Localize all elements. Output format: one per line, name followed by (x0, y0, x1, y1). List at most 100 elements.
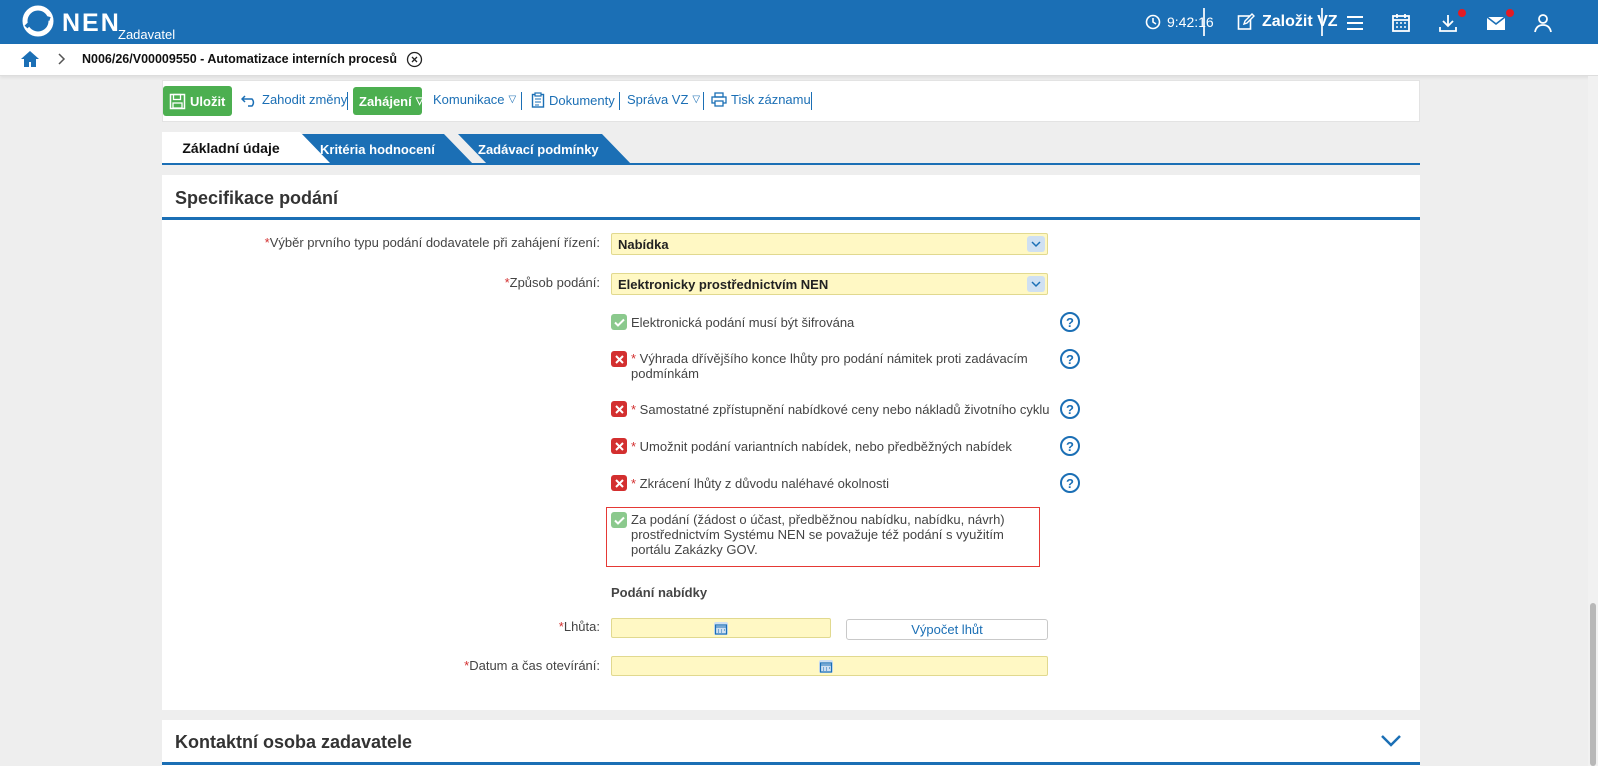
section-title: Specifikace podání (175, 188, 339, 208)
help-icon[interactable]: ? (1060, 349, 1080, 369)
scrollbar[interactable] (1588, 76, 1598, 766)
toolbar-divider (703, 92, 704, 110)
print-record-label: Tisk záznamu (731, 92, 811, 107)
submission-spec-panel: Specifikace podání *Výběr prvního typu p… (162, 175, 1420, 710)
start-button[interactable]: Zahájení ▽ (353, 87, 424, 115)
dropdown-triangle-icon: ▽ (508, 94, 517, 105)
shortened-deadline-checkbox[interactable] (611, 475, 627, 491)
variant-offers-label: * Umožnit podání variantních nabídek, ne… (631, 439, 1012, 454)
zakazky-gov-checkbox[interactable] (611, 512, 627, 528)
mail-icon[interactable] (1485, 12, 1507, 34)
breadcrumb-record[interactable]: N006/26/V00009550 - Automatizace interní… (82, 52, 397, 66)
chevron-down-icon[interactable] (1027, 236, 1045, 252)
calendar-icon[interactable] (1390, 12, 1412, 34)
shortened-deadline-label: * Zkrácení lhůty z důvodu naléhavé okoln… (631, 476, 889, 491)
toolbar-divider (347, 92, 348, 110)
section-title: Kontaktní osoba zadavatele (175, 732, 413, 752)
method-select[interactable]: Elektronicky prostřednictvím NEN (611, 273, 1048, 295)
close-icon[interactable] (406, 51, 423, 68)
tab-bar: Základní údaje Kritéria hodnocení Zadáva… (162, 132, 1420, 166)
discard-changes-button[interactable]: Zahodit změny (241, 92, 347, 107)
breadcrumb: N006/26/V00009550 - Automatizace interní… (0, 44, 1598, 76)
header-divider (1203, 8, 1205, 36)
check-icon (613, 318, 625, 327)
discard-changes-label: Zahodit změny (262, 92, 348, 107)
chevron-down-icon[interactable] (1027, 276, 1045, 292)
scrollbar-thumb[interactable] (1590, 603, 1596, 766)
home-icon[interactable] (20, 50, 40, 68)
tab-tender-conditions[interactable]: Zadávací podmínky (458, 134, 628, 165)
objection-deadline-checkbox[interactable] (611, 351, 627, 367)
help-icon[interactable]: ? (1060, 312, 1080, 332)
undo-icon (241, 94, 255, 107)
calculate-deadlines-button[interactable]: Výpočet lhůt (846, 619, 1048, 640)
dropdown-triangle-icon: ▽ (692, 94, 701, 105)
help-icon[interactable]: ? (1060, 473, 1080, 493)
user-icon[interactable] (1532, 12, 1554, 34)
notification-dot (1506, 9, 1514, 17)
objection-deadline-label: * Výhrada dřívějšího konce lhůty pro pod… (631, 351, 1028, 381)
manage-vz-menu[interactable]: Správa VZ ▽ (627, 92, 700, 107)
save-button[interactable]: Uložit (163, 86, 232, 116)
cross-icon (614, 441, 624, 451)
first-type-label: *Výběr prvního typu podání dodavatele př… (264, 235, 600, 250)
chevron-right-icon (58, 53, 66, 65)
toolbar-divider (619, 92, 620, 110)
notification-dot (1458, 9, 1466, 17)
clock-time: 9:42:16 (1167, 14, 1214, 30)
separate-price-checkbox[interactable] (611, 401, 627, 417)
method-label: *Způsob podání: (504, 275, 600, 290)
zakazky-gov-label: Za podání (žádost o účast, předběžnou na… (631, 512, 1005, 557)
cross-icon (614, 478, 624, 488)
section-underline (162, 217, 1420, 220)
manage-vz-label: Správa VZ (627, 92, 689, 107)
clipboard-icon (531, 92, 545, 108)
deadline-input[interactable] (611, 618, 831, 638)
cross-icon (614, 354, 624, 364)
start-label: Zahájení (359, 93, 412, 109)
header-divider (1321, 8, 1323, 36)
method-value: Elektronicky prostřednictvím NEN (618, 277, 829, 292)
chevron-down-icon[interactable] (1380, 734, 1402, 748)
clock-icon (1145, 14, 1161, 30)
logo-subtitle: Zadavatel (118, 27, 176, 42)
deadline-label: *Lhůta: (558, 619, 600, 634)
print-record-button[interactable]: Tisk záznamu (711, 92, 811, 107)
floppy-icon (169, 93, 186, 109)
toolbar-divider (521, 92, 522, 110)
submission-heading: Podání nabídky (611, 585, 708, 600)
toolbar: Uložit Zahodit změny Zahájení ▽ Komunika… (162, 80, 1420, 122)
tab-basic-info[interactable]: Základní údaje (162, 132, 300, 163)
section-underline (162, 762, 1420, 765)
calendar-icon[interactable] (713, 621, 729, 636)
help-icon[interactable]: ? (1060, 399, 1080, 419)
communication-label: Komunikace (433, 92, 505, 107)
tab-evaluation-criteria[interactable]: Kritéria hodnocení (300, 134, 460, 165)
encrypted-label: Elektronická podání musí být šifrována (631, 315, 855, 330)
download-icon[interactable] (1437, 12, 1459, 34)
variant-offers-checkbox[interactable] (611, 438, 627, 454)
help-icon[interactable]: ? (1060, 436, 1080, 456)
save-label: Uložit (190, 93, 226, 109)
cross-icon (614, 404, 624, 414)
first-type-value: Nabídka (618, 237, 669, 252)
nen-logo-icon[interactable] (22, 5, 54, 37)
check-icon (613, 516, 625, 525)
tab-underline (162, 163, 1420, 165)
top-header: NEN Zadavatel 9:42:16 Založit VZ (0, 0, 1598, 44)
documents-button[interactable]: Dokumenty (531, 92, 615, 108)
printer-icon (711, 92, 727, 107)
first-type-select[interactable]: Nabídka (611, 233, 1048, 255)
opening-datetime-input[interactable] (611, 656, 1048, 676)
documents-label: Dokumenty (549, 92, 615, 108)
calendar-icon[interactable] (818, 659, 834, 674)
edit-icon (1237, 13, 1255, 30)
communication-menu[interactable]: Komunikace ▽ (433, 92, 516, 107)
encrypted-checkbox[interactable] (611, 314, 627, 330)
separate-price-label: * Samostatné zpřístupnění nabídkové ceny… (631, 402, 1050, 417)
opening-label: *Datum a čas otevírání: (464, 658, 600, 673)
contact-person-panel[interactable]: Kontaktní osoba zadavatele (162, 720, 1420, 766)
menu-icon[interactable] (1344, 12, 1366, 34)
toolbar-divider (811, 92, 812, 110)
dropdown-triangle-icon: ▽ (415, 95, 424, 107)
